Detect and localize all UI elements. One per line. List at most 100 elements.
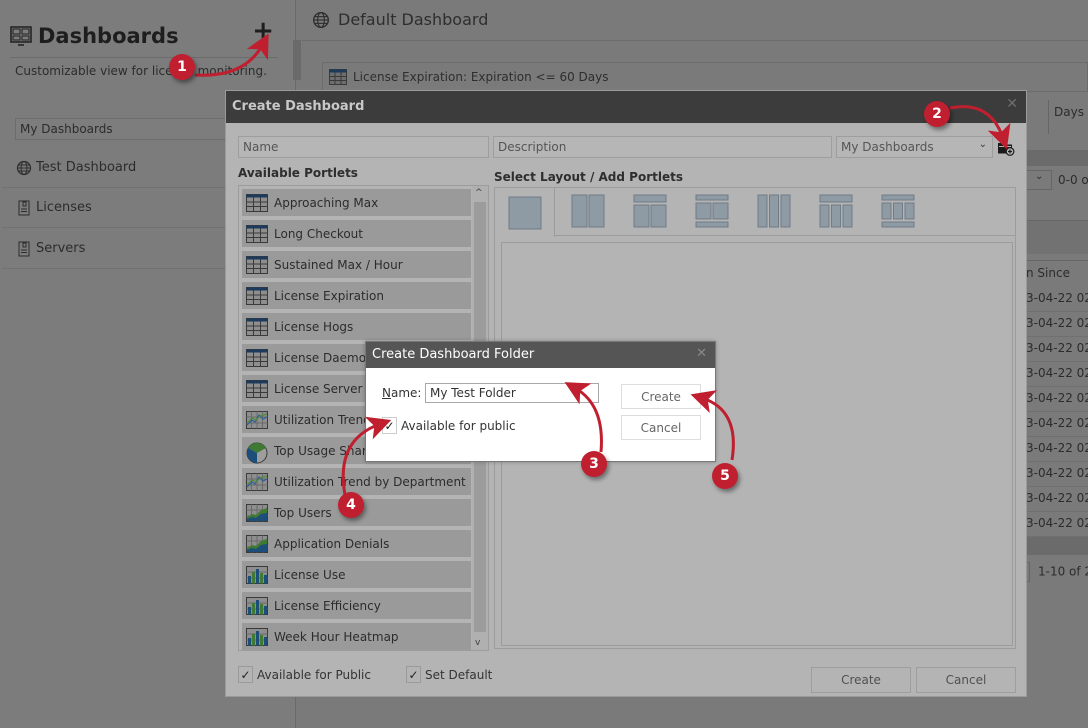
callout-1: 1 bbox=[169, 54, 195, 80]
sidebar-description: Customizable view for license monitoring… bbox=[15, 64, 267, 78]
dashboard-name-input[interactable]: Name bbox=[238, 136, 489, 158]
globe-icon bbox=[312, 11, 330, 29]
cancel-button[interactable]: Cancel bbox=[916, 667, 1016, 693]
layout-tab-three-columns[interactable] bbox=[757, 194, 791, 228]
table-row: 3-04-22 02 bbox=[1026, 412, 1088, 437]
sidebar-item-label: Servers bbox=[36, 241, 86, 256]
layout-tab-header-three-columns[interactable] bbox=[819, 194, 853, 228]
callout-2: 2 bbox=[924, 101, 950, 127]
portlet-item[interactable]: License Expiration bbox=[242, 282, 471, 309]
table-row: 3-04-22 02 bbox=[1026, 362, 1088, 387]
table-icon bbox=[246, 286, 268, 305]
folder-name-label: Name: bbox=[382, 386, 421, 400]
column-header-since: n Since bbox=[1026, 260, 1088, 286]
checkbox-check-icon: ✓ bbox=[406, 666, 421, 683]
table-row: 3-04-22 02 bbox=[1026, 337, 1088, 362]
globe-icon bbox=[16, 160, 32, 176]
portlet-title: License Expiration: Expiration <= 60 Day… bbox=[353, 70, 609, 84]
table-icon bbox=[246, 317, 268, 336]
table-row: 3-04-22 02 bbox=[1026, 387, 1088, 412]
create-button[interactable]: Create bbox=[811, 667, 911, 693]
sidebar-item-label: Test Dashboard bbox=[36, 160, 137, 175]
table-icon bbox=[246, 379, 268, 398]
table-band bbox=[1026, 220, 1088, 254]
portlet-label: Utilization Trend by Department bbox=[274, 474, 466, 489]
pager: 1-10 of 2 bbox=[1026, 555, 1088, 583]
folder-public-checkbox[interactable]: ✓ Available for public bbox=[382, 417, 516, 434]
portlet-label: License Use bbox=[274, 567, 346, 582]
checkbox-check-icon: ✓ bbox=[238, 666, 253, 683]
portlet-item[interactable]: License Use bbox=[242, 561, 471, 588]
portlet-item[interactable]: Utilization Trend by Department bbox=[242, 468, 471, 495]
line-chart-icon bbox=[246, 410, 268, 429]
folder-cancel-button[interactable]: Cancel bbox=[621, 415, 701, 440]
add-folder-icon[interactable] bbox=[997, 140, 1015, 156]
layout-header-two-columns-icon bbox=[633, 194, 667, 228]
dialog-title-bar: Create Dashboard ✕ bbox=[226, 91, 1026, 123]
portlet-item[interactable]: Week Hour Heatmap bbox=[242, 623, 471, 650]
layout-header-three-columns-icon bbox=[819, 194, 853, 228]
portlet-item[interactable]: Sustained Max / Hour bbox=[242, 251, 471, 278]
portlet-label: Utilization Trend bbox=[274, 412, 371, 427]
set-default-checkbox[interactable]: ✓ Set Default bbox=[406, 666, 492, 683]
sidebar-header: Dashboards + bbox=[10, 14, 278, 58]
close-icon[interactable]: ✕ bbox=[696, 346, 707, 361]
layout-tab-header-three-columns-footer[interactable] bbox=[881, 194, 915, 228]
pager-text: 1-10 of 2 bbox=[1038, 564, 1088, 579]
portlet-item[interactable]: Approaching Max bbox=[242, 189, 471, 216]
bar-chart-icon bbox=[246, 565, 268, 584]
table-icon bbox=[246, 348, 268, 367]
layout-tab-header-two-columns[interactable] bbox=[633, 194, 667, 228]
close-icon[interactable]: ✕ bbox=[1006, 96, 1018, 112]
divider bbox=[302, 40, 1088, 41]
dashboard-folder-select[interactable]: My Dashboards ⌄ bbox=[836, 136, 993, 158]
portlet-label: Sustained Max / Hour bbox=[274, 257, 403, 272]
portlet-item[interactable]: Application Denials bbox=[242, 530, 471, 557]
table-toolbar bbox=[1026, 150, 1088, 166]
available-for-public-checkbox[interactable]: ✓ Available for Public bbox=[238, 666, 371, 683]
portlet-item[interactable]: License Hogs bbox=[242, 313, 471, 340]
table-row: 3-04-22 02 bbox=[1026, 462, 1088, 487]
folder-select-value: My Dashboards bbox=[841, 140, 934, 154]
layout-header-three-columns-footer-icon bbox=[881, 194, 915, 228]
area-chart-icon bbox=[246, 503, 268, 522]
table-row: 3-04-22 02 bbox=[1026, 312, 1088, 337]
dialog-title: Create Dashboard bbox=[232, 99, 365, 114]
sidebar-item-label: Licenses bbox=[36, 200, 92, 215]
chevron-up-icon[interactable]: ^ bbox=[475, 188, 483, 198]
layout-tab-two-columns[interactable] bbox=[571, 194, 605, 228]
portlet-label: Top Usage Shar bbox=[274, 443, 367, 458]
create-folder-dialog: Create Dashboard Folder ✕ Name: ✓ Availa… bbox=[365, 341, 716, 462]
portlet-item[interactable]: License Efficiency bbox=[242, 592, 471, 619]
folder-name-input[interactable] bbox=[425, 383, 599, 403]
checkbox-label: Available for public bbox=[401, 418, 516, 433]
callout-3: 3 bbox=[581, 451, 607, 477]
plus-icon[interactable]: + bbox=[252, 16, 274, 46]
page-title-text: Default Dashboard bbox=[338, 10, 489, 29]
checkbox-label: Set Default bbox=[425, 667, 493, 682]
checkbox-check-icon: ✓ bbox=[382, 417, 397, 434]
layout-tab-single-column[interactable] bbox=[495, 188, 555, 237]
folder-select[interactable]: My Dashboards bbox=[15, 118, 245, 140]
folder-dialog-title-bar: Create Dashboard Folder ✕ bbox=[366, 342, 715, 368]
callout-4: 4 bbox=[338, 492, 364, 518]
folder-create-button[interactable]: Create bbox=[621, 384, 701, 409]
portlet-label: License Daemon bbox=[274, 350, 374, 365]
portlet-item[interactable]: Long Checkout bbox=[242, 220, 471, 247]
area-chart-icon bbox=[246, 534, 268, 553]
table-footer-band bbox=[1026, 537, 1088, 555]
sidebar-collapse-handle[interactable] bbox=[293, 40, 301, 80]
table-row: 3-04-22 02 bbox=[1026, 287, 1088, 312]
chevron-down-icon: ⌄ bbox=[978, 139, 987, 150]
column-header-days: Days bbox=[1048, 100, 1088, 134]
dashboard-description-input[interactable]: Description bbox=[493, 136, 832, 158]
portlet-label: Top Users bbox=[274, 505, 332, 520]
page-size-select[interactable]: ⌄ bbox=[1026, 170, 1052, 190]
layout-tab-header-two-columns-footer[interactable] bbox=[695, 194, 729, 228]
portlet-label: Long Checkout bbox=[274, 226, 363, 241]
range-text: 0-0 o bbox=[1058, 173, 1088, 187]
portlet-label: Week Hour Heatmap bbox=[274, 629, 399, 644]
chevron-down-icon[interactable]: v bbox=[475, 638, 480, 648]
portlet-label: License Expiration bbox=[274, 288, 384, 303]
document-icon bbox=[16, 241, 32, 257]
